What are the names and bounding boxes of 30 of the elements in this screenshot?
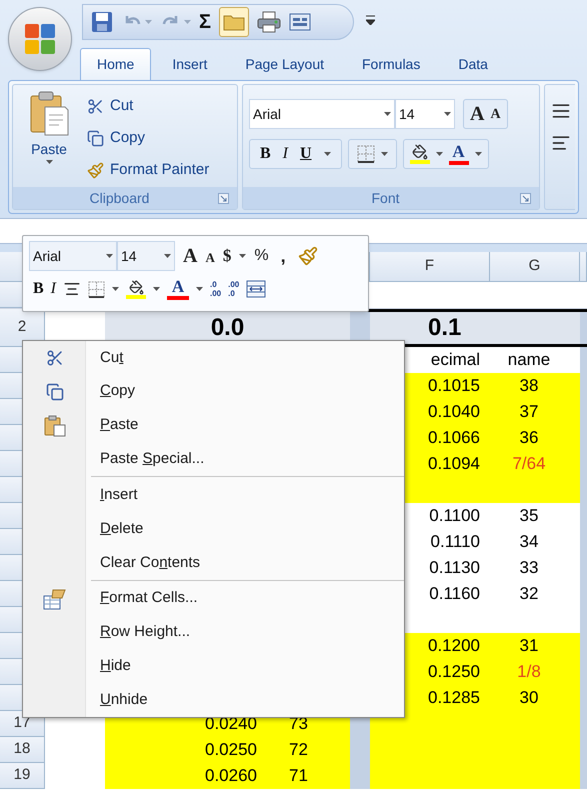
cell-value: 37 [520,401,538,424]
group-label: Font [370,188,400,208]
cell-value: 1/8 [517,661,541,684]
cell-value: 71 [289,765,308,788]
cell-value: 35 [520,505,538,528]
cell-value: 0.0250 [205,739,257,762]
cell-value: 33 [520,557,538,580]
cell-value: 0.1250 [428,661,480,684]
cell-value: 0.1040 [428,401,480,424]
cell-value: 0.1160 [429,583,480,606]
cell-value: 0.1100 [429,505,480,528]
cell-value: 0.0260 [205,765,257,788]
cell-value: 0.1094 [428,453,480,476]
cell-value: name [508,349,550,372]
cell-value: 38 [520,375,538,398]
cell-value: 0.1110 [430,531,480,554]
cell-value: 32 [520,583,538,606]
cell-value: 0.1285 [428,687,480,710]
cell-value: 30 [520,687,538,710]
cell-value: 0.1130 [429,557,480,580]
cell-value: 0.1066 [428,427,480,450]
cell-value: 0.1200 [428,635,480,658]
group-label: Clipboard [88,188,150,208]
cell-value: 7/64 [512,453,546,476]
cell-value: 72 [289,739,308,762]
cell-value: 31 [520,635,538,658]
cell-value: 34 [520,531,538,554]
cell-value: 0.1015 [428,375,480,398]
cell-value: 36 [520,427,538,450]
cell-value: ecimal [430,349,480,372]
